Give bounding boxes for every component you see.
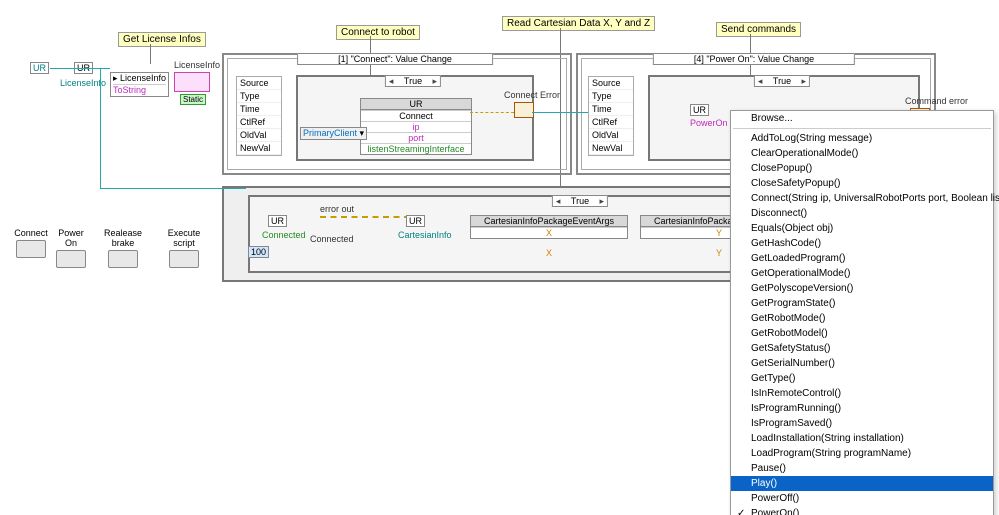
primaryclient-const[interactable]: PrimaryClient ▾ xyxy=(300,127,367,140)
wire xyxy=(532,112,588,113)
wire xyxy=(50,68,110,69)
event-header-connect[interactable]: [1] "Connect": Value Change xyxy=(297,53,493,65)
menu-item[interactable]: AddToLog(String message) xyxy=(731,131,993,146)
case-loop-selector[interactable]: True xyxy=(552,195,608,207)
error-wire xyxy=(320,216,410,218)
menu-item[interactable]: ClosePopup() xyxy=(731,161,993,176)
wire xyxy=(470,112,514,113)
label-command-error: Command error xyxy=(905,96,968,106)
label-connected2: Connected xyxy=(310,234,354,244)
menu-item[interactable]: GetPolyscopeVersion() xyxy=(731,281,993,296)
node-licenseinfo[interactable]: ▸ LicenseInfo ToString xyxy=(110,72,169,97)
menu-item[interactable]: GetRobotMode() xyxy=(731,311,993,326)
menu-item[interactable]: GetHashCode() xyxy=(731,236,993,251)
label-licenseinfo-2: LicenseInfo xyxy=(174,60,220,70)
callout-license: Get License Infos xyxy=(118,32,206,47)
menu-item[interactable]: IsProgramSaved() xyxy=(731,416,993,431)
menu-item[interactable]: Equals(Object obj) xyxy=(731,221,993,236)
ur-ref-loop2: UR xyxy=(406,215,425,227)
method-context-menu[interactable]: Browse... AddToLog(String message)ClearO… xyxy=(730,110,994,515)
menu-item[interactable]: GetSafetyStatus() xyxy=(731,341,993,356)
label-connected: Connected xyxy=(262,230,306,240)
menu-item[interactable]: PowerOn() xyxy=(731,506,993,515)
menu-item[interactable]: IsInRemoteControl() xyxy=(731,386,993,401)
ctrl-poweron[interactable]: Power On xyxy=(54,228,88,268)
wire xyxy=(100,68,101,188)
callout-connect: Connect to robot xyxy=(336,25,420,40)
menu-item[interactable]: Connect(String ip, UniversalRobotPorts p… xyxy=(731,191,993,206)
menu-item[interactable]: GetOperationalMode() xyxy=(731,266,993,281)
callout-send: Send commands xyxy=(716,22,801,37)
wire xyxy=(100,188,246,189)
ctrl-execute[interactable]: Execute script xyxy=(156,228,212,268)
menu-item[interactable]: GetRobotModel() xyxy=(731,326,993,341)
invoke-connect[interactable]: UR Connect ip port listenStreamingInterf… xyxy=(360,98,472,155)
invoke-cart-x[interactable]: CartesianInfoPackageEventArgs X xyxy=(470,215,628,239)
static-tag: Static xyxy=(180,94,206,105)
ur-ref-poweron: UR xyxy=(690,104,709,116)
menu-separator xyxy=(733,128,991,129)
label-x: X xyxy=(546,248,552,258)
menu-item[interactable]: Pause() xyxy=(731,461,993,476)
menu-item[interactable]: LoadInstallation(String installation) xyxy=(731,431,993,446)
ctrl-releasebrake[interactable]: Realease brake xyxy=(94,228,152,268)
label-poweron: PowerOn xyxy=(690,118,728,128)
case-connect-selector[interactable]: True xyxy=(385,75,441,87)
case-poweron-selector[interactable]: True xyxy=(754,75,810,87)
menu-item[interactable]: GetType() xyxy=(731,371,993,386)
callout-read: Read Cartesian Data X, Y and Z xyxy=(502,16,655,31)
menu-item[interactable]: Play() xyxy=(731,476,993,491)
label-error-out: error out xyxy=(320,204,354,214)
menu-item[interactable]: CloseSafetyPopup() xyxy=(731,176,993,191)
event-terminals-connect: SourceTypeTime CtlRefOldValNewVal xyxy=(236,76,282,156)
menu-browse[interactable]: Browse... xyxy=(731,111,993,126)
menu-item[interactable]: GetLoadedProgram() xyxy=(731,251,993,266)
wait-100[interactable]: 100 xyxy=(248,246,269,258)
menu-item[interactable]: GetProgramState() xyxy=(731,296,993,311)
menu-item[interactable]: IsProgramRunning() xyxy=(731,401,993,416)
ctrl-connect[interactable]: Connect xyxy=(14,228,48,258)
event-terminals-poweron: SourceTypeTime CtlRefOldValNewVal xyxy=(588,76,634,156)
label-cartinfo: CartesianInfo xyxy=(398,230,452,240)
menu-item[interactable]: ClearOperationalMode() xyxy=(731,146,993,161)
leader xyxy=(150,44,151,64)
menu-item[interactable]: PowerOff() xyxy=(731,491,993,506)
ur-ref-1: UR xyxy=(30,62,49,74)
menu-item[interactable]: Disconnect() xyxy=(731,206,993,221)
label-y: Y xyxy=(716,248,722,258)
string-indicator xyxy=(174,72,210,92)
connect-error-indicator xyxy=(514,102,534,118)
menu-item[interactable]: LoadProgram(String programName) xyxy=(731,446,993,461)
ur-ref-loop1: UR xyxy=(268,215,287,227)
label-connect-error: Connect Error xyxy=(504,90,560,100)
event-header-poweron[interactable]: [4] "Power On": Value Change xyxy=(653,53,855,65)
menu-item[interactable]: GetSerialNumber() xyxy=(731,356,993,371)
